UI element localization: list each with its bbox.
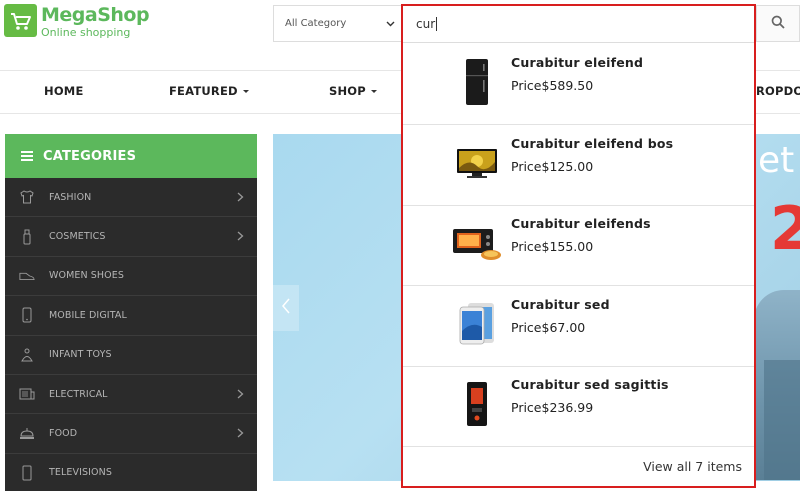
category-label: FOOD [49, 428, 78, 440]
category-label: ELECTRICAL [49, 388, 108, 400]
search-result-item[interactable]: Curabitur eleifends Price$155.00 [403, 205, 754, 286]
refrigerator-icon [449, 56, 505, 108]
computer-case-icon [449, 378, 505, 430]
caret-down-icon [370, 90, 377, 93]
brand-tagline: Online shopping [41, 26, 131, 39]
result-price: Price$589.50 [511, 78, 594, 93]
result-title[interactable]: Curabitur sed [511, 297, 610, 312]
category-label: INFANT TOYS [49, 349, 112, 361]
category-item-electrical[interactable]: ELECTRICAL [5, 375, 257, 415]
chevron-right-icon [237, 192, 244, 205]
search-result-item[interactable]: Curabitur eleifend bos Price$125.00 [403, 125, 754, 206]
category-select[interactable]: All Category [273, 5, 401, 42]
brand-name: MegaShop [41, 4, 150, 26]
result-price: Price$67.00 [511, 319, 586, 335]
result-price: Price$155.00 [511, 239, 594, 254]
tablet-icon [449, 298, 505, 350]
search-result-item[interactable]: Curabitur eleifend Price$589.50 [403, 44, 754, 125]
category-item-infant-toys[interactable]: INFANT TOYS [5, 336, 257, 375]
banner-headline: et in [758, 140, 800, 181]
category-select-value: All Category [285, 18, 347, 29]
chevron-left-icon [281, 298, 291, 318]
chevron-right-icon [237, 389, 244, 402]
category-label: MOBILE DIGITAL [49, 309, 127, 321]
phone-icon [19, 307, 35, 323]
banner-image-shadow [764, 360, 800, 480]
search-result-item[interactable]: Curabitur sed Price$67.00 [403, 286, 754, 367]
search-input-value: cur [416, 17, 436, 31]
nav-item-home[interactable]: HOME [44, 84, 84, 98]
result-title[interactable]: Curabitur sed sagittis [511, 377, 669, 392]
category-item-mobile-digital[interactable]: MOBILE DIGITAL [5, 296, 257, 336]
television-icon [449, 137, 505, 189]
site-logo[interactable]: MegaShop Online shopping [4, 4, 150, 39]
cart-icon [4, 4, 37, 37]
category-item-women-shoes[interactable]: WOMEN SHOES [5, 257, 257, 297]
banner-number: 2 [770, 194, 800, 264]
chevron-down-icon [386, 19, 395, 31]
category-label: COSMETICS [49, 231, 106, 243]
result-title[interactable]: Curabitur eleifend [511, 55, 643, 70]
categories-panel: CATEGORIES FASHION COSMETICS WOMEN SHOES MO… [5, 134, 257, 491]
categories-title: CATEGORIES [43, 148, 137, 164]
appliance-icon [19, 386, 35, 402]
caret-down-icon [242, 90, 249, 93]
toaster-oven-icon [449, 217, 505, 269]
category-label: TELEVISIONS [49, 467, 112, 479]
result-price: Price$236.99 [511, 400, 594, 415]
result-price: Price$125.00 [511, 158, 594, 174]
category-item-televisions[interactable]: TELEVISIONS [5, 454, 257, 491]
food-icon [19, 426, 35, 442]
toy-icon [19, 347, 35, 363]
search-dropdown: cur Curabitur eleifend Price$589.50 Curabi… [401, 4, 756, 488]
chevron-right-icon [237, 428, 244, 441]
categories-header[interactable]: CATEGORIES [5, 134, 257, 178]
category-label: WOMEN SHOES [49, 270, 124, 282]
tv-icon [19, 465, 35, 481]
nav-item-shop[interactable]: SHOP [329, 84, 377, 98]
view-all-link[interactable]: View all 7 items [643, 459, 742, 474]
search-input[interactable]: cur [403, 6, 754, 43]
text-cursor [436, 17, 438, 31]
search-button[interactable] [756, 5, 800, 42]
result-title[interactable]: Curabitur eleifends [511, 216, 651, 231]
search-result-item[interactable]: Curabitur sed sagittis Price$236.99 [403, 366, 754, 447]
shoe-icon [19, 268, 35, 284]
nav-item-featured[interactable]: FEATURED [169, 84, 249, 98]
category-label: FASHION [49, 191, 92, 203]
category-item-fashion[interactable]: FASHION [5, 178, 257, 218]
bottle-icon [19, 229, 35, 245]
chevron-right-icon [237, 231, 244, 244]
page: MegaShop Online shopping All Category HO… [0, 0, 800, 491]
category-item-cosmetics[interactable]: COSMETICS [5, 217, 257, 257]
nav-item-dropdown[interactable]: ROPDO [756, 84, 800, 98]
search-icon [771, 14, 785, 33]
result-title[interactable]: Curabitur eleifend bos [511, 136, 673, 151]
banner-prev-button[interactable] [273, 285, 299, 331]
menu-icon [21, 151, 33, 161]
category-item-food[interactable]: FOOD [5, 414, 257, 454]
shirt-icon [19, 189, 35, 205]
